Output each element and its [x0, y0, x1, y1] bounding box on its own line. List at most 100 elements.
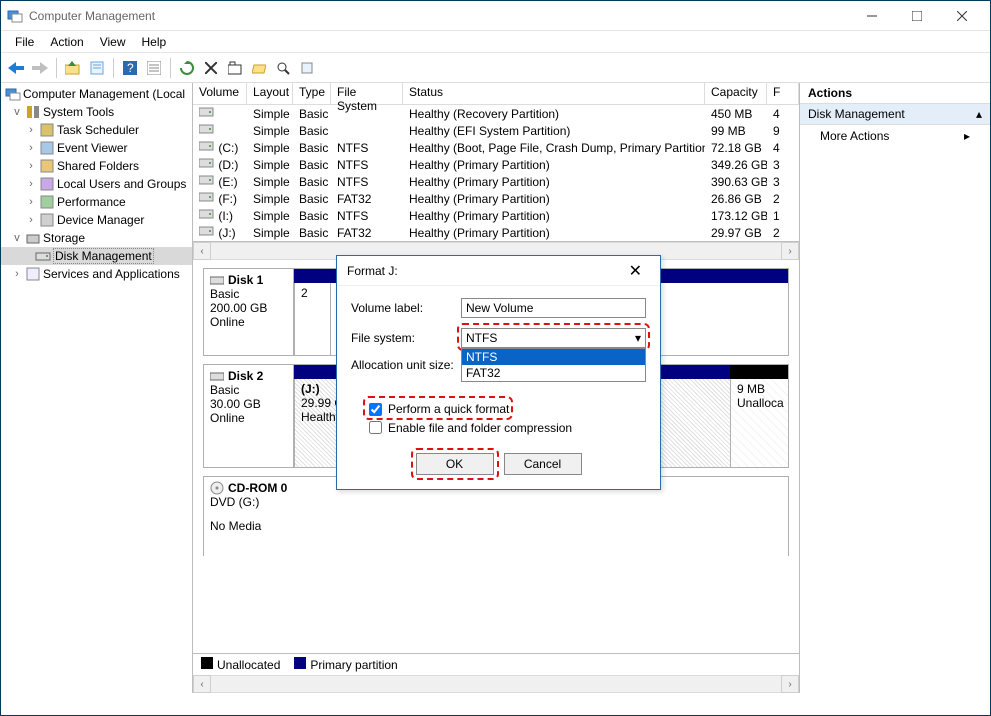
- tree-item-label: Local Users and Groups: [57, 177, 186, 191]
- dialog-titlebar[interactable]: Format J: ✕: [337, 256, 660, 286]
- grid-header: Volume Layout Type File System Status Ca…: [193, 83, 799, 105]
- volume-row[interactable]: (E:)SimpleBasicNTFSHealthy (Primary Part…: [193, 173, 799, 190]
- disk-status: Online: [210, 315, 287, 329]
- compression-checkbox[interactable]: [369, 421, 382, 434]
- up-folder-icon[interactable]: [62, 57, 84, 79]
- toolbar: ?: [1, 53, 990, 83]
- tree-item[interactable]: ›Shared Folders: [1, 157, 192, 175]
- expand-icon[interactable]: ›: [25, 178, 37, 190]
- maximize-button[interactable]: [894, 1, 939, 31]
- compression-checkbox-row[interactable]: Enable file and folder compression: [369, 421, 646, 435]
- navigation-tree[interactable]: Computer Management (Local v System Tool…: [1, 83, 193, 693]
- refresh-icon[interactable]: [176, 57, 198, 79]
- legend-unallocated: Unallocated: [201, 657, 280, 672]
- expand-icon[interactable]: ›: [25, 124, 37, 136]
- file-system-combo[interactable]: NTFS▾ NTFS FAT32: [461, 328, 646, 348]
- file-system-dropdown-list[interactable]: NTFS FAT32: [461, 348, 646, 382]
- scroll-left-button[interactable]: ‹: [193, 675, 211, 693]
- ok-button[interactable]: OK: [416, 453, 494, 475]
- tree-item[interactable]: ›Performance: [1, 193, 192, 211]
- tree-disk-management[interactable]: Disk Management: [1, 247, 192, 265]
- expand-icon[interactable]: ›: [25, 214, 37, 226]
- volume-row[interactable]: (J:)SimpleBasicFAT32Healthy (Primary Par…: [193, 224, 799, 241]
- tree-services[interactable]: › Services and Applications: [1, 265, 192, 283]
- item-icon: [39, 176, 55, 192]
- expand-icon[interactable]: ›: [25, 142, 37, 154]
- compression-label: Enable file and folder compression: [388, 421, 572, 435]
- volume-row[interactable]: (D:)SimpleBasicNTFSHealthy (Primary Part…: [193, 156, 799, 173]
- quick-format-checkbox[interactable]: [369, 403, 382, 416]
- actions-pane: Actions Disk Management▴ More Actions▸: [800, 83, 990, 693]
- actions-more[interactable]: More Actions▸: [800, 125, 990, 147]
- fs-option-ntfs[interactable]: NTFS: [462, 349, 645, 365]
- expand-icon[interactable]: ›: [25, 160, 37, 172]
- properties-icon[interactable]: [86, 57, 108, 79]
- volume-label-input[interactable]: [461, 298, 646, 318]
- svg-text:?: ?: [127, 61, 134, 75]
- tree-item[interactable]: ›Task Scheduler: [1, 121, 192, 139]
- menu-help[interactable]: Help: [134, 33, 175, 51]
- volume-row[interactable]: (F:)SimpleBasicFAT32Healthy (Primary Par…: [193, 190, 799, 207]
- menu-action[interactable]: Action: [42, 33, 91, 51]
- menu-view[interactable]: View: [92, 33, 134, 51]
- cancel-button[interactable]: Cancel: [504, 453, 582, 475]
- minimize-button[interactable]: [849, 1, 894, 31]
- col-free[interactable]: F: [767, 83, 799, 104]
- horizontal-scrollbar[interactable]: ‹ ›: [193, 675, 799, 693]
- expand-icon[interactable]: ›: [11, 268, 23, 280]
- collapse-icon[interactable]: v: [11, 232, 23, 244]
- delete-icon[interactable]: [200, 57, 222, 79]
- volume-row[interactable]: (C:)SimpleBasicNTFSHealthy (Boot, Page F…: [193, 139, 799, 156]
- col-status[interactable]: Status: [403, 83, 705, 104]
- expand-icon[interactable]: ›: [25, 196, 37, 208]
- item-icon: [39, 122, 55, 138]
- folder-open-icon[interactable]: [248, 57, 270, 79]
- settings-icon[interactable]: [296, 57, 318, 79]
- collapse-icon: ▴: [976, 107, 982, 121]
- folder-new-icon[interactable]: [224, 57, 246, 79]
- help-icon[interactable]: ?: [119, 57, 141, 79]
- scroll-left-button[interactable]: ‹: [193, 242, 211, 260]
- tree-item[interactable]: ›Device Manager: [1, 211, 192, 229]
- list-icon[interactable]: [143, 57, 165, 79]
- scroll-right-button[interactable]: ›: [781, 242, 799, 260]
- menubar: File Action View Help: [1, 31, 990, 53]
- tree-item[interactable]: › Local Users and Groups: [1, 175, 192, 193]
- chevron-right-icon: ▸: [964, 129, 970, 143]
- dialog-close-button[interactable]: ✕: [621, 259, 650, 283]
- scroll-right-button[interactable]: ›: [781, 675, 799, 693]
- item-icon: [39, 212, 55, 228]
- collapse-icon[interactable]: v: [11, 106, 23, 118]
- volume-row[interactable]: SimpleBasicHealthy (Recovery Partition)4…: [193, 105, 799, 122]
- quick-format-checkbox-row[interactable]: Perform a quick format: [369, 402, 509, 416]
- tree-root[interactable]: Computer Management (Local: [1, 85, 192, 103]
- volume-icon: [199, 208, 215, 220]
- disk-type: Basic: [210, 287, 287, 301]
- tree-item[interactable]: ›Event Viewer: [1, 139, 192, 157]
- col-type[interactable]: Type: [293, 83, 331, 104]
- back-button[interactable]: [5, 57, 27, 79]
- close-button[interactable]: [939, 1, 984, 31]
- disk-status: Online: [210, 411, 287, 425]
- actions-category[interactable]: Disk Management▴: [800, 104, 990, 125]
- partition-unallocated[interactable]: 9 MB Unalloca: [730, 379, 788, 467]
- volume-row[interactable]: (I:)SimpleBasicNTFSHealthy (Primary Part…: [193, 207, 799, 224]
- volume-grid[interactable]: Volume Layout Type File System Status Ca…: [193, 83, 799, 242]
- disk-name: CD-ROM 0: [228, 481, 287, 495]
- col-layout[interactable]: Layout: [247, 83, 293, 104]
- tree-storage[interactable]: v Storage: [1, 229, 192, 247]
- disk-status: No Media: [210, 519, 288, 533]
- menu-file[interactable]: File: [7, 33, 42, 51]
- fs-option-fat32[interactable]: FAT32: [462, 365, 645, 381]
- legend: Unallocated Primary partition: [193, 653, 799, 675]
- col-volume[interactable]: Volume: [193, 83, 247, 104]
- tree-systools[interactable]: v System Tools: [1, 103, 192, 121]
- volume-row[interactable]: SimpleBasicHealthy (EFI System Partition…: [193, 122, 799, 139]
- col-fs[interactable]: File System: [331, 83, 403, 104]
- tools-icon: [25, 104, 41, 120]
- forward-button[interactable]: [29, 57, 51, 79]
- volume-icon: [199, 191, 215, 203]
- partition[interactable]: 2: [294, 283, 330, 355]
- col-capacity[interactable]: Capacity: [705, 83, 767, 104]
- find-icon[interactable]: [272, 57, 294, 79]
